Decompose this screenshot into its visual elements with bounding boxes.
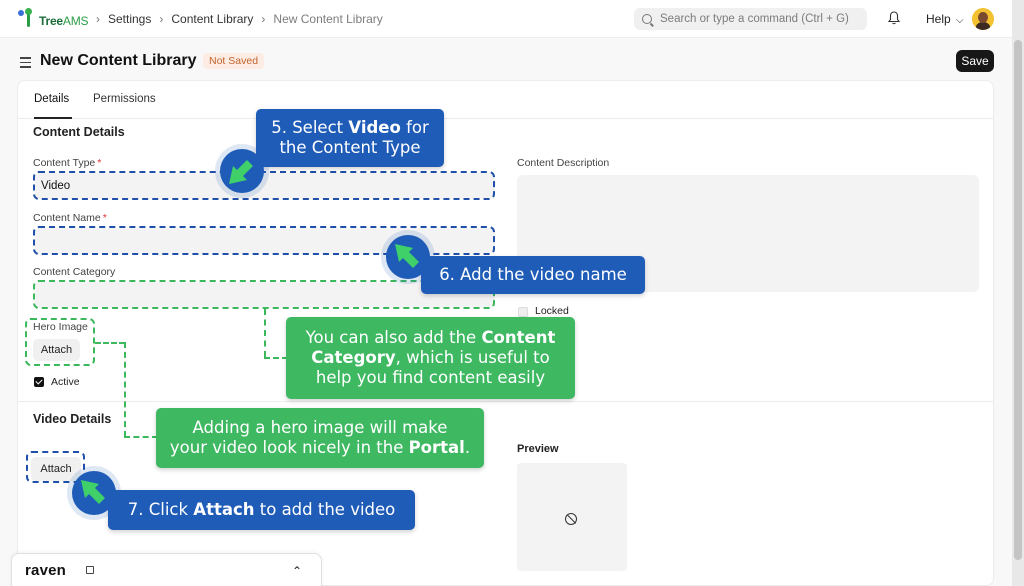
external-link-icon[interactable]: [86, 566, 94, 574]
category-guide-line: [264, 357, 288, 359]
tab-details[interactable]: Details: [34, 93, 69, 105]
search-input[interactable]: Search or type a command (Ctrl + G): [634, 8, 867, 30]
tree-logo-icon: [18, 8, 38, 28]
logo-suffix: AMS: [62, 14, 89, 28]
hero-image-callout: Adding a hero image will make your video …: [156, 408, 484, 468]
category-guide-line: [264, 309, 266, 357]
active-label: Active: [51, 376, 80, 388]
step5-callout: 5. Select Video for the Content Type: [256, 109, 444, 167]
content-type-label-text: Content Type: [33, 157, 96, 169]
category-pre: You can also add the: [305, 328, 482, 348]
page-title: New Content Library: [40, 52, 197, 69]
locked-checkbox[interactable]: [518, 307, 528, 317]
sidebar-toggle-icon[interactable]: [20, 57, 31, 71]
chevron-right-icon: ›: [96, 12, 100, 26]
page-scrollbar[interactable]: [1012, 0, 1024, 586]
content-name-label: Content Name *: [33, 212, 107, 224]
step5-post: for: [400, 118, 429, 138]
hero-post: .: [464, 438, 471, 457]
active-checkbox[interactable]: [34, 377, 44, 387]
step5-line2: the Content Type: [279, 138, 421, 157]
category-bold1: Content: [481, 328, 556, 348]
content-details-heading: Content Details: [33, 125, 125, 139]
tab-permissions[interactable]: Permissions: [93, 93, 156, 105]
hero-guide-line: [95, 342, 125, 344]
no-preview-icon: [565, 513, 577, 525]
top-navbar: TreeAMS › Settings › Content Library › N…: [0, 0, 1012, 38]
search-placeholder: Search or type a command (Ctrl + G): [660, 13, 849, 25]
content-type-highlight: [33, 171, 495, 200]
category-bold2: Category: [311, 348, 396, 368]
tab-bar: Details Permissions: [18, 81, 993, 119]
step7-post: to add the video: [254, 500, 396, 520]
raven-label: raven: [25, 562, 67, 579]
required-mark: *: [97, 157, 102, 169]
chevron-up-icon[interactable]: ⌃: [292, 564, 302, 578]
content-type-label: Content Type *: [33, 157, 101, 169]
step5-pre: 5. Select: [271, 118, 349, 138]
category-callout: You can also add the Content Category, wh…: [286, 317, 575, 399]
user-avatar[interactable]: [972, 8, 994, 30]
content-category-label: Content Category: [33, 266, 116, 278]
scrollbar-thumb[interactable]: [1014, 40, 1022, 560]
category-line3: help you find content easily: [315, 367, 546, 387]
logo-main: Tree: [39, 14, 63, 28]
hero-pre: your video look nicely in the: [169, 438, 409, 457]
step5-bold: Video: [348, 118, 401, 138]
breadcrumb: › Settings › Content Library › New Conte…: [96, 12, 383, 26]
save-button[interactable]: Save: [956, 50, 994, 72]
page-header: New Content Library Not Saved Save: [0, 40, 1012, 80]
breadcrumb-current: New Content Library: [273, 12, 383, 26]
video-details-heading: Video Details: [33, 412, 112, 426]
search-icon: [642, 14, 652, 24]
step7-callout: 7. Click Attach to add the video: [108, 490, 415, 530]
breadcrumb-settings[interactable]: Settings: [108, 12, 151, 26]
step7-pre: 7. Click: [127, 500, 194, 520]
chevron-down-icon: ⌵: [956, 15, 964, 26]
preview-label: Preview: [517, 443, 559, 455]
locked-label: Locked: [535, 305, 569, 317]
hero-guide-line: [124, 436, 158, 438]
hero-line1: Adding a hero image will make: [192, 418, 448, 438]
raven-chat-widget[interactable]: raven ⌃: [11, 553, 322, 586]
app-logo[interactable]: TreeAMS: [18, 8, 89, 28]
hero-guide-line: [124, 342, 126, 437]
required-mark: *: [102, 212, 107, 224]
pointer-arrow-icon: [386, 235, 430, 279]
help-label: Help: [926, 12, 951, 26]
chevron-right-icon: ›: [159, 12, 164, 26]
video-preview: [517, 463, 627, 571]
content-name-label-text: Content Name: [33, 212, 101, 224]
category-post: , which is useful to: [395, 348, 550, 368]
breadcrumb-content-library[interactable]: Content Library: [171, 12, 253, 26]
chevron-right-icon: ›: [261, 12, 266, 26]
help-menu[interactable]: Help ⌵: [926, 12, 964, 26]
step6-callout: 6. Add the video name: [421, 256, 645, 294]
section-divider: [18, 401, 993, 402]
hero-image-highlight: [25, 318, 95, 366]
active-tab-indicator: [34, 117, 72, 119]
pointer-arrow-icon: [220, 149, 264, 193]
content-description-label: Content Description: [517, 157, 610, 169]
status-badge: Not Saved: [203, 53, 265, 69]
pointer-arrow-icon: [72, 471, 116, 515]
hero-bold: Portal: [408, 438, 465, 457]
step7-bold: Attach: [193, 500, 255, 520]
notification-bell-icon[interactable]: [887, 11, 901, 28]
